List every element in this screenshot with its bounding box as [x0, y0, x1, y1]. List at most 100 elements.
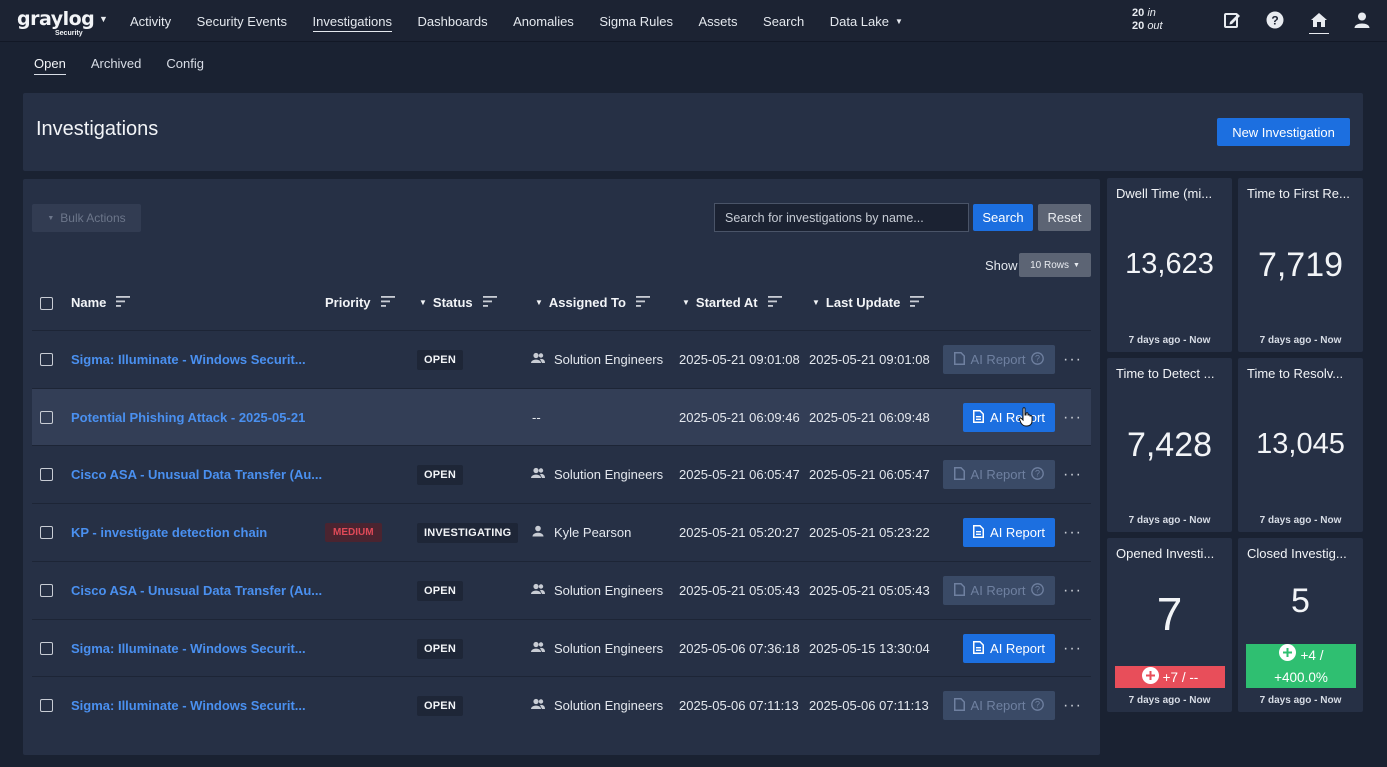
metric-title: Time to Detect ... [1116, 366, 1215, 381]
user-icon[interactable] [1352, 10, 1372, 30]
investigation-name-link[interactable]: Sigma: Illuminate - Windows Securit... [71, 352, 306, 367]
nav-menu: Activity Security Events Investigations … [130, 0, 928, 42]
column-header-started-at[interactable]: ▼ Started At [682, 295, 782, 310]
row-checkbox[interactable] [40, 584, 53, 597]
graylog-logo[interactable]: graylog Security [17, 8, 95, 37]
home-icon[interactable] [1309, 10, 1329, 30]
investigation-name-link[interactable]: Sigma: Illuminate - Windows Securit... [71, 698, 306, 713]
chevron-down-icon: ▼ [47, 214, 55, 222]
logo-chevron-down-icon[interactable]: ▼ [99, 14, 108, 24]
nav-item-assets[interactable]: Assets [699, 0, 738, 42]
tab-open[interactable]: Open [34, 56, 66, 75]
help-icon[interactable]: ? [1265, 10, 1285, 30]
nav-item-search[interactable]: Search [763, 0, 804, 42]
ai-report-button[interactable]: AI Report [963, 518, 1055, 547]
rows-per-page-select[interactable]: 10 Rows ▼ [1019, 253, 1091, 277]
search-input[interactable]: Search for investigations by name... [714, 203, 969, 232]
row-checkbox[interactable] [40, 468, 53, 481]
metric-card-time-to-resolve[interactable]: Time to Resolv... 13,045 7 days ago - No… [1238, 358, 1363, 532]
table-row[interactable]: KP - investigate detection chain MEDIUM … [32, 503, 1091, 560]
sort-icon[interactable] [482, 295, 497, 310]
column-header-last-update[interactable]: ▼ Last Update [812, 295, 925, 310]
group-icon [531, 583, 545, 598]
row-checkbox[interactable] [40, 353, 53, 366]
sort-icon[interactable] [380, 295, 395, 310]
more-actions-icon[interactable]: ··· [1063, 582, 1082, 600]
nav-item-security-events[interactable]: Security Events [197, 0, 287, 42]
page-header: Investigations New Investigation [23, 93, 1363, 171]
status-badge: INVESTIGATING [417, 522, 519, 543]
ai-report-button[interactable]: AI Report? [943, 460, 1055, 489]
more-actions-icon[interactable]: ··· [1063, 697, 1082, 715]
more-actions-icon[interactable]: ··· [1063, 466, 1082, 484]
metric-card-closed-investigations[interactable]: Closed Investig... 5 +4 / +400.0% 7 days… [1238, 538, 1363, 712]
table-row[interactable]: Sigma: Illuminate - Windows Securit... O… [32, 619, 1091, 676]
column-header-priority[interactable]: Priority [325, 295, 395, 310]
document-icon [973, 640, 985, 657]
search-button[interactable]: Search [973, 204, 1033, 231]
metric-card-dwell-time[interactable]: Dwell Time (mi... 13,623 7 days ago - No… [1107, 178, 1232, 352]
metric-card-time-to-detect[interactable]: Time to Detect ... 7,428 7 days ago - No… [1107, 358, 1232, 532]
sort-icon[interactable] [910, 295, 925, 310]
table-row[interactable]: Sigma: Illuminate - Windows Securit... O… [32, 676, 1091, 733]
top-navigation: graylog Security ▼ Activity Security Eve… [0, 0, 1387, 42]
metric-card-time-to-first-response[interactable]: Time to First Re... 7,719 7 days ago - N… [1238, 178, 1363, 352]
ai-report-button[interactable]: AI Report? [943, 345, 1055, 374]
chevron-down-icon: ▼ [1072, 261, 1080, 269]
ai-report-button[interactable]: AI Report? [943, 691, 1055, 720]
column-updated-label: Last Update [825, 295, 901, 310]
table-row[interactable]: Sigma: Illuminate - Windows Securit... O… [32, 330, 1091, 387]
metric-card-opened-investigations[interactable]: Opened Investi... 7 +7 / -- 7 days ago -… [1107, 538, 1232, 712]
new-investigation-button[interactable]: New Investigation [1217, 118, 1350, 146]
table-row[interactable]: Cisco ASA - Unusual Data Transfer (Au...… [32, 445, 1091, 502]
svg-text:?: ? [1035, 468, 1040, 478]
row-checkbox[interactable] [40, 526, 53, 539]
tab-config[interactable]: Config [166, 56, 204, 75]
started-at: 2025-05-21 06:09:46 [679, 410, 800, 425]
ai-report-button[interactable]: AI Report? [943, 576, 1055, 605]
row-checkbox[interactable] [40, 699, 53, 712]
sort-icon[interactable] [767, 295, 782, 310]
last-update: 2025-05-21 06:05:47 [809, 467, 930, 482]
throughput-indicator[interactable]: 20 in 20 out [1132, 7, 1163, 33]
metric-value: 7,719 [1257, 246, 1344, 284]
row-checkbox[interactable] [40, 411, 53, 424]
nav-item-anomalies[interactable]: Anomalies [513, 0, 574, 42]
tab-archived[interactable]: Archived [91, 56, 142, 75]
investigation-name-link[interactable]: Sigma: Illuminate - Windows Securit... [71, 641, 306, 656]
more-actions-icon[interactable]: ··· [1063, 409, 1082, 427]
nav-item-dashboards[interactable]: Dashboards [418, 0, 488, 42]
row-checkbox[interactable] [40, 642, 53, 655]
reset-button[interactable]: Reset [1038, 204, 1091, 231]
more-actions-icon[interactable]: ··· [1063, 524, 1082, 542]
svg-text:?: ? [1271, 14, 1278, 28]
mouse-cursor-icon [1018, 407, 1033, 432]
edit-icon[interactable] [1222, 10, 1242, 30]
nav-item-investigations[interactable]: Investigations [312, 0, 392, 42]
column-header-status[interactable]: ▼ Status [419, 295, 497, 310]
more-actions-icon[interactable]: ··· [1063, 640, 1082, 658]
status-badge: OPEN [417, 349, 463, 370]
select-all-checkbox[interactable] [40, 297, 53, 310]
investigation-name-link[interactable]: KP - investigate detection chain [71, 525, 267, 540]
sort-icon[interactable] [635, 295, 650, 310]
investigation-name-link[interactable]: Cisco ASA - Unusual Data Transfer (Au... [71, 583, 322, 598]
investigation-name-link[interactable]: Cisco ASA - Unusual Data Transfer (Au... [71, 467, 322, 482]
ai-report-button[interactable]: AI Report [963, 403, 1055, 432]
table-row[interactable]: Potential Phishing Attack - 2025-05-21 -… [32, 388, 1091, 445]
investigation-name-link[interactable]: Potential Phishing Attack - 2025-05-21 [71, 410, 305, 425]
column-header-assigned-to[interactable]: ▼ Assigned To [535, 295, 650, 310]
more-actions-icon[interactable]: ··· [1063, 351, 1082, 369]
nav-item-data-lake[interactable]: Data Lake ▼ [830, 0, 903, 42]
metric-delta-text: +7 / -- [1162, 669, 1199, 685]
ai-report-button[interactable]: AI Report [963, 634, 1055, 663]
bulk-actions-button[interactable]: ▼ Bulk Actions [32, 204, 141, 232]
ai-report-label: AI Report [990, 410, 1045, 425]
column-name-label: Name [71, 295, 107, 310]
status-badge: OPEN [417, 695, 463, 716]
sort-icon[interactable] [116, 295, 131, 310]
nav-item-sigma-rules[interactable]: Sigma Rules [599, 0, 673, 42]
nav-item-activity[interactable]: Activity [130, 0, 171, 42]
column-header-name[interactable]: Name [71, 295, 131, 310]
table-row[interactable]: Cisco ASA - Unusual Data Transfer (Au...… [32, 561, 1091, 618]
